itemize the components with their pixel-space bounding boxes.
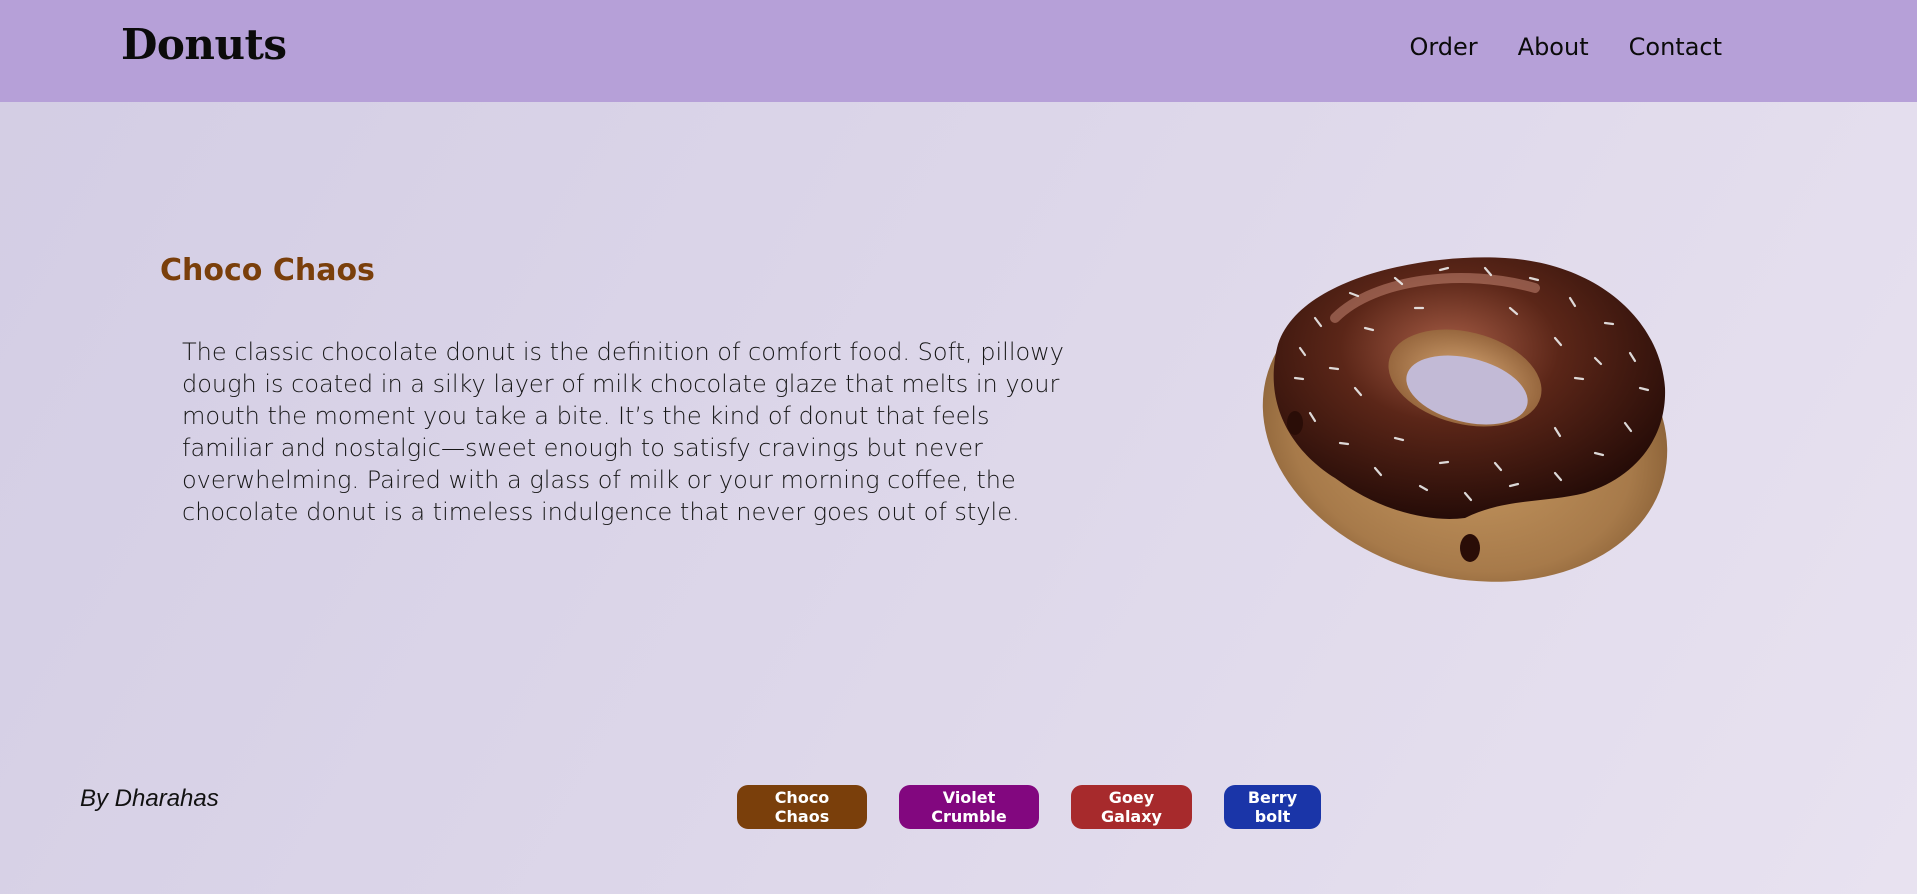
nav-order-link[interactable]: Order: [1409, 33, 1477, 61]
flavor-description: The classic chocolate donut is the defin…: [182, 338, 1065, 526]
main-nav: Order About Contact: [1409, 33, 1722, 61]
top-navigation-bar: Donuts Order About Contact: [0, 0, 1917, 102]
flavor-button-choco-chaos[interactable]: Choco Chaos: [737, 785, 867, 829]
nav-contact-link[interactable]: Contact: [1629, 33, 1722, 61]
flavor-button-goey-galaxy[interactable]: Goey Galaxy: [1071, 785, 1192, 829]
flavor-button-violet-crumble[interactable]: Violet Crumble: [899, 785, 1039, 829]
flavor-button-berry-bolt[interactable]: Berry bolt: [1224, 785, 1321, 829]
author-credit: By Dharahas: [80, 785, 219, 812]
donut-image: [1255, 248, 1675, 588]
brand-logo[interactable]: Donuts: [121, 20, 287, 69]
nav-about-link[interactable]: About: [1518, 33, 1589, 61]
flavor-title: Choco Chaos: [160, 253, 375, 288]
